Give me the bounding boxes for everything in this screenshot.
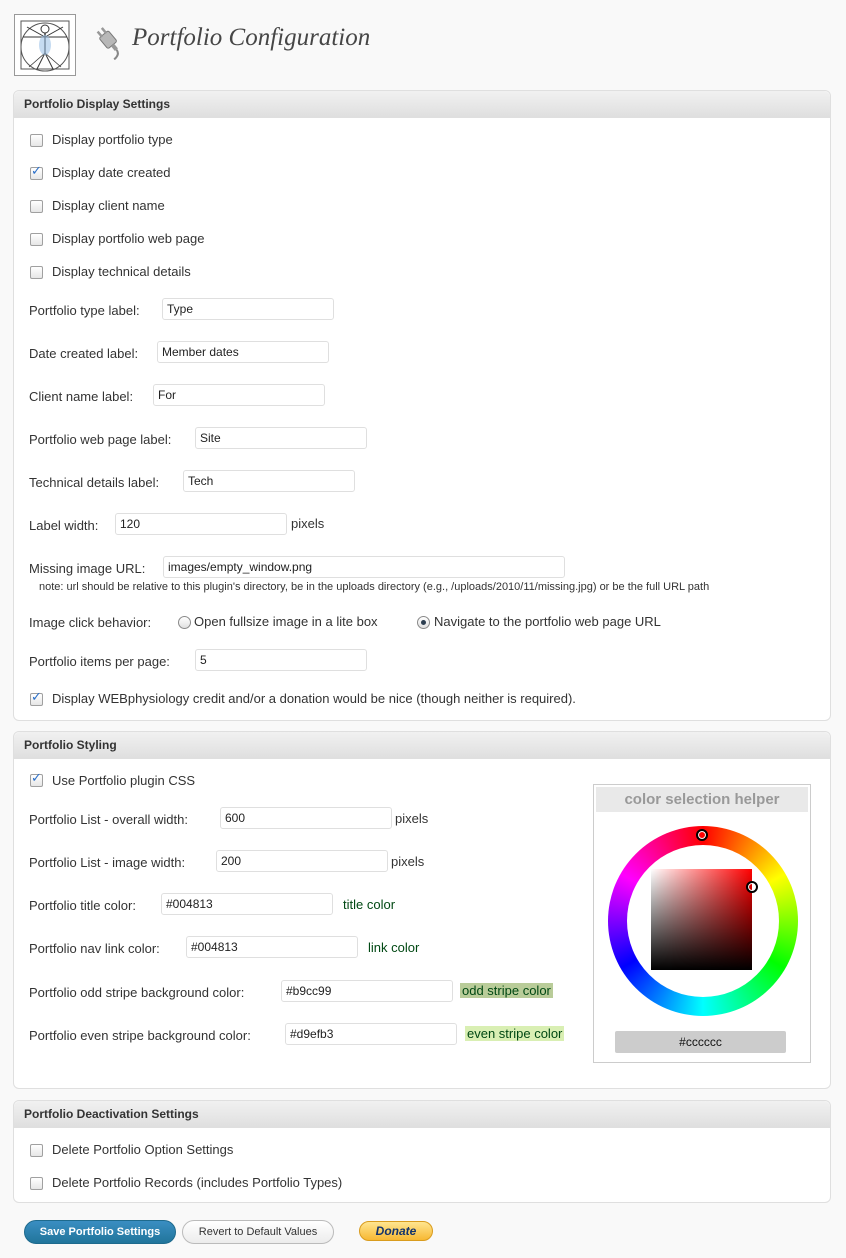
donate-button[interactable]: Donate (359, 1221, 433, 1241)
styling-heading: Portfolio Styling (14, 732, 830, 759)
saturation-marker-handle[interactable] (746, 881, 758, 893)
display-client-name-checkbox[interactable] (30, 200, 43, 213)
use-plugin-css-label: Use Portfolio plugin CSS (52, 773, 196, 788)
color-saturation-square[interactable] (651, 869, 752, 970)
display-credit-label: Display WEBphysiology credit and/or a do… (52, 691, 576, 706)
delete-records-checkbox[interactable] (30, 1177, 43, 1190)
image-width-caption: Portfolio List - image width: (29, 855, 186, 870)
technical-details-label-caption: Technical details label: (29, 475, 160, 490)
color-helper-value: #cccccc (615, 1031, 786, 1053)
even-stripe-input[interactable]: #d9efb3 (285, 1023, 457, 1045)
delete-option-settings-label: Delete Portfolio Option Settings (52, 1142, 234, 1157)
missing-image-url-note: note: url should be relative to this plu… (39, 581, 710, 593)
display-technical-details-checkbox[interactable] (30, 266, 43, 279)
color-selection-helper: color selection helper #cccccc (593, 784, 811, 1063)
nav-link-color-caption: Portfolio nav link color: (29, 941, 160, 956)
display-technical-details-label: Display technical details (52, 264, 191, 279)
nav-link-color-sample: link color (368, 940, 420, 955)
date-created-label-input[interactable]: Member dates (157, 341, 329, 363)
odd-stripe-input[interactable]: #b9cc99 (281, 980, 453, 1002)
navigate-radio-label: Navigate to the portfolio web page URL (434, 614, 661, 629)
image-click-behavior-caption: Image click behavior: (29, 615, 152, 630)
even-stripe-caption: Portfolio even stripe background color: (29, 1028, 251, 1043)
web-page-label-caption: Portfolio web page label: (29, 432, 172, 447)
display-web-page-checkbox[interactable] (30, 233, 43, 246)
page-title: Portfolio Configuration (132, 24, 371, 51)
technical-details-label-input[interactable]: Tech (183, 470, 355, 492)
web-page-label-input[interactable]: Site (195, 427, 367, 449)
image-width-input[interactable]: 200 (216, 850, 388, 872)
label-width-caption: Label width: (29, 518, 99, 533)
missing-image-url-caption: Missing image URL: (29, 561, 146, 576)
display-web-page-label: Display portfolio web page (52, 231, 205, 246)
portfolio-type-label-caption: Portfolio type label: (29, 303, 140, 318)
revert-defaults-button[interactable]: Revert to Default Values (182, 1220, 334, 1244)
title-color-sample: title color (343, 897, 396, 912)
save-settings-button[interactable]: Save Portfolio Settings (24, 1220, 176, 1244)
title-color-input[interactable]: #004813 (161, 893, 333, 915)
odd-stripe-sample: odd stripe color (460, 983, 553, 998)
date-created-label-caption: Date created label: (29, 346, 139, 361)
lightbox-radio-label: Open fullsize image in a lite box (194, 614, 378, 629)
items-per-page-input[interactable]: 5 (195, 649, 367, 671)
overall-width-caption: Portfolio List - overall width: (29, 812, 188, 827)
display-settings-heading: Portfolio Display Settings (14, 91, 830, 118)
label-width-unit: pixels (291, 516, 325, 531)
lightbox-radio[interactable] (178, 616, 191, 629)
image-width-unit: pixels (391, 854, 425, 869)
client-name-label-input[interactable]: For (153, 384, 325, 406)
page-header: Portfolio Configuration (14, 14, 834, 76)
title-color-caption: Portfolio title color: (29, 898, 136, 913)
display-client-name-label: Display client name (52, 198, 165, 213)
delete-option-settings-checkbox[interactable] (30, 1144, 43, 1157)
deactivation-heading: Portfolio Deactivation Settings (14, 1101, 830, 1128)
color-hue-wheel[interactable] (608, 826, 798, 1016)
plugin-plug-icon (92, 24, 128, 61)
nav-link-color-input[interactable]: #004813 (186, 936, 358, 958)
deactivation-panel: Portfolio Deactivation Settings Delete P… (13, 1100, 831, 1203)
display-date-created-label: Display date created (52, 165, 171, 180)
missing-image-url-input[interactable]: images/empty_window.png (163, 556, 565, 578)
overall-width-unit: pixels (395, 811, 429, 826)
color-helper-title: color selection helper (596, 787, 808, 812)
delete-records-label: Delete Portfolio Records (includes Portf… (52, 1175, 343, 1190)
display-portfolio-type-label: Display portfolio type (52, 132, 173, 147)
vitruvian-logo-icon (14, 14, 76, 76)
client-name-label-caption: Client name label: (29, 389, 134, 404)
portfolio-type-label-input[interactable]: Type (162, 298, 334, 320)
navigate-radio[interactable] (417, 616, 430, 629)
styling-panel: Portfolio Styling Use Portfolio plugin C… (13, 731, 831, 1089)
display-portfolio-type-checkbox[interactable] (30, 134, 43, 147)
even-stripe-sample: even stripe color (465, 1026, 565, 1041)
display-settings-panel: Portfolio Display Settings Display portf… (13, 90, 831, 721)
use-plugin-css-checkbox[interactable] (30, 771, 43, 787)
label-width-input[interactable]: 120 (115, 513, 287, 535)
odd-stripe-caption: Portfolio odd stripe background color: (29, 985, 245, 1000)
hue-marker-handle[interactable] (696, 829, 708, 841)
display-date-created-checkbox[interactable] (30, 164, 43, 180)
items-per-page-caption: Portfolio items per page: (29, 654, 170, 669)
overall-width-input[interactable]: 600 (220, 807, 392, 829)
display-credit-checkbox[interactable] (30, 690, 43, 706)
